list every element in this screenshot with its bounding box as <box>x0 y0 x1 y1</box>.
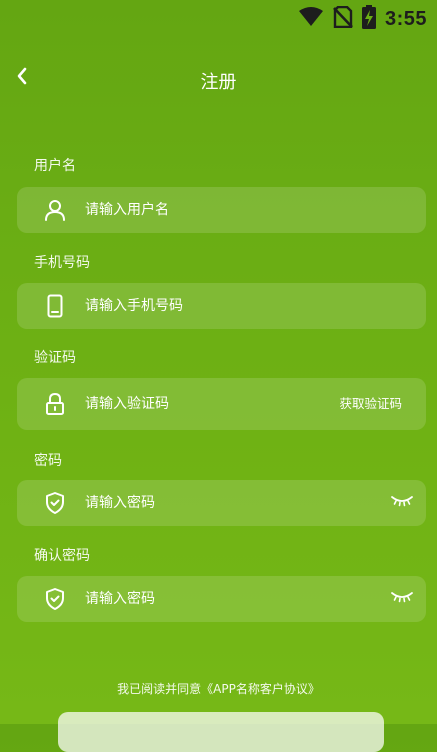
password-input[interactable] <box>85 480 325 526</box>
phone-label: 手机号码 <box>34 255 90 271</box>
battery-charging-icon <box>361 5 376 33</box>
username-field[interactable] <box>17 187 426 233</box>
username-input[interactable] <box>85 187 325 233</box>
register-button[interactable] <box>58 712 384 752</box>
phone-icon <box>43 294 67 318</box>
agreement-text[interactable]: 我已阅读并同意《APP名称客户协议》 <box>0 680 437 697</box>
status-icons: 3:55 <box>298 5 427 33</box>
status-time: 3:55 <box>384 7 427 30</box>
confirm-password-visibility-toggle[interactable] <box>390 589 414 609</box>
password-field[interactable] <box>17 480 426 526</box>
get-code-button[interactable]: 获取验证码 <box>339 378 402 430</box>
confirm-password-input[interactable] <box>85 576 325 622</box>
password-visibility-toggle[interactable] <box>390 493 414 513</box>
shield-icon <box>43 491 67 515</box>
eye-closed-icon <box>390 589 414 609</box>
password-label: 密码 <box>34 453 62 469</box>
header: 注册 <box>0 60 437 100</box>
page-title: 注册 <box>200 72 237 93</box>
status-bar: 3:55 <box>0 0 437 38</box>
code-field[interactable]: 获取验证码 <box>17 378 426 430</box>
lock-icon <box>43 392 67 416</box>
no-sim-icon <box>333 5 353 32</box>
username-label: 用户名 <box>34 158 76 174</box>
code-input[interactable] <box>85 378 325 430</box>
eye-closed-icon <box>390 493 414 513</box>
confirm-password-label: 确认密码 <box>34 548 90 564</box>
user-icon <box>43 198 67 222</box>
phone-input[interactable] <box>85 283 325 329</box>
confirm-password-field[interactable] <box>17 576 426 622</box>
phone-field[interactable] <box>17 283 426 329</box>
code-label: 验证码 <box>34 350 76 366</box>
wifi-icon <box>298 7 324 31</box>
shield-icon <box>43 587 67 611</box>
